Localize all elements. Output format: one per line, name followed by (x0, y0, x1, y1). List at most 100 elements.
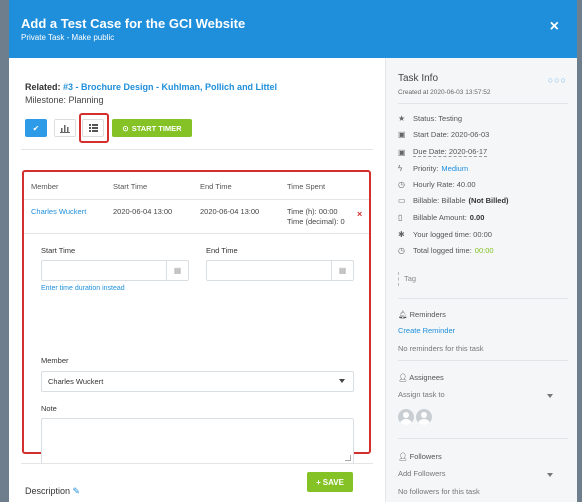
task-main-pane: Related: #3 - Brochure Design - Kuhlman,… (9, 58, 385, 502)
highlight-frame (79, 113, 109, 143)
calendar-icon[interactable]: ▦ (331, 261, 353, 280)
chevron-down-icon[interactable] (547, 473, 553, 477)
clock-icon: ◷ (398, 246, 405, 255)
time-spent-hours: Time (h): 00:00 (287, 207, 338, 216)
avatar[interactable] (416, 409, 432, 425)
reminders-heading: 🔔︎ Reminders (398, 310, 446, 319)
end-time-input[interactable]: ▦ (206, 260, 354, 281)
calendar-icon[interactable]: ▦ (166, 261, 188, 280)
total-logged-time-row: ◷ Total logged time: 00:00 (398, 246, 494, 255)
time-spent-decimal: Time (decimal): 0 (287, 217, 345, 226)
check-icon: ✔ (32, 123, 40, 133)
member-select-value: Charles Wuckert (48, 377, 104, 386)
total-logged-value: 00:00 (474, 246, 494, 255)
row-member-link[interactable]: Charles Wuckert (31, 207, 86, 216)
row-divider (24, 233, 369, 234)
bolt-icon: ϟ (398, 164, 403, 173)
followers-heading: 👤︎ Followers (398, 452, 442, 461)
end-time-label: End Time (206, 246, 238, 255)
billable-amount-value: 0.00 (469, 213, 485, 222)
user-icon: 👤︎ (398, 373, 408, 382)
description-heading: Description ✎ (25, 486, 80, 497)
billable-amount-row: ▯ Billable Amount: 0.00 (398, 213, 485, 222)
enter-duration-link[interactable]: Enter time duration instead (41, 285, 125, 292)
priority-row[interactable]: ϟ Priority: Medium (398, 164, 468, 173)
asterisk-icon: ✱ (398, 230, 405, 239)
calendar-check-icon: ▣ (398, 147, 406, 157)
divider (21, 463, 373, 464)
row-start-time: 2020-06-04 13:00 (113, 207, 173, 216)
add-followers-select[interactable]: Add Followers (398, 469, 446, 478)
divider (398, 438, 568, 439)
related-info: Related: #3 - Brochure Design - Kuhlman,… (25, 82, 277, 92)
edit-icon[interactable]: ✎ (73, 486, 81, 496)
modal-title: Add a Test Case for the GCI Website (21, 16, 246, 31)
due-date-row[interactable]: ▣ Due Date: 2020-06-17 (398, 147, 488, 157)
modal-header: Add a Test Case for the GCI Website Priv… (9, 0, 577, 58)
start-timer-label: START TIMER (131, 123, 182, 133)
start-time-input[interactable]: ▦ (41, 260, 189, 281)
your-logged-time-row: ✱ Your logged time: 00:00 (398, 230, 492, 239)
resize-handle-icon[interactable] (345, 455, 351, 461)
col-header-time-spent: Time Spent (287, 182, 326, 191)
priority-value: Medium (441, 164, 469, 173)
tag-input[interactable]: Tag (398, 272, 416, 286)
credit-card-icon: ▭ (398, 196, 406, 205)
more-options-icon[interactable]: ○○○ (548, 75, 567, 85)
note-label: Note (41, 404, 57, 413)
divider (21, 149, 373, 150)
avatar[interactable] (398, 409, 414, 425)
delete-timesheet-icon[interactable]: × (357, 209, 362, 219)
chevron-down-icon[interactable] (547, 394, 553, 398)
bar-chart-icon (60, 124, 70, 133)
related-project-link[interactable]: #3 - Brochure Design - Kuhlman, Pollich … (63, 82, 277, 92)
task-modal: Add a Test Case for the GCI Website Priv… (9, 0, 577, 502)
billable-status: (Not Billed) (468, 196, 509, 205)
row-end-time: 2020-06-04 13:00 (200, 207, 260, 216)
user-icon: 👤︎ (398, 452, 408, 461)
note-textarea[interactable] (41, 418, 354, 464)
statistics-button[interactable] (54, 119, 76, 137)
divider (398, 360, 568, 361)
bell-icon: 🔔︎ (398, 310, 408, 319)
created-at: Created at 2020-06-03 13:57:52 (398, 89, 491, 96)
start-time-label: Start Time (41, 246, 76, 255)
start-date-row: ▣ Start Date: 2020-06-03 (398, 130, 490, 139)
mark-complete-button[interactable]: ✔ (25, 119, 47, 137)
col-header-start-time: Start Time (113, 182, 148, 191)
milestone-text: Milestone: Planning (25, 95, 104, 105)
member-select[interactable]: Charles Wuckert (41, 371, 354, 392)
chevron-down-icon (339, 379, 345, 383)
assignees-heading: 👤︎ Assignees (398, 373, 444, 382)
billable-row: ▭ Billable: Billable (Not Billed) (398, 196, 509, 205)
member-label: Member (41, 356, 69, 365)
hourly-rate-row: ◷ Hourly Rate: 40.00 (398, 180, 476, 189)
assign-task-select[interactable]: Assign task to (398, 390, 445, 399)
no-reminders-text: No reminders for this task (398, 344, 484, 353)
task-info-sidebar: Task Info ○○○ Created at 2020-06-03 13:5… (385, 58, 577, 502)
close-icon[interactable]: × (550, 18, 559, 36)
calendar-icon: ▣ (398, 130, 406, 139)
timesheet-panel: Member Start Time End Time Time Spent Ch… (22, 170, 371, 492)
task-info-title: Task Info (398, 73, 439, 84)
plus-icon: + (316, 477, 321, 487)
save-timesheet-button[interactable]: + SAVE (307, 472, 353, 492)
save-label: SAVE (322, 477, 344, 487)
row-time-spent: Time (h): 00:00 Time (decimal): 0 (287, 207, 345, 227)
start-timer-button[interactable]: ⊙ START TIMER (112, 119, 192, 137)
table-header-divider (24, 199, 369, 200)
modal-subtitle[interactable]: Private Task - Make public (21, 33, 565, 42)
clock-icon: ⊙ (122, 123, 129, 133)
no-followers-text: No followers for this task (398, 487, 480, 496)
divider (398, 298, 568, 299)
divider (398, 103, 568, 104)
related-label: Related: (25, 82, 61, 92)
clock-icon: ◷ (398, 180, 405, 189)
status-row[interactable]: ★ Status: Testing (398, 114, 462, 123)
col-header-end-time: End Time (200, 182, 232, 191)
col-header-member: Member (31, 182, 59, 191)
create-reminder-link[interactable]: Create Reminder (398, 326, 455, 335)
description-label: Description (25, 486, 71, 496)
star-icon: ★ (398, 114, 406, 123)
file-icon: ▯ (398, 213, 403, 222)
